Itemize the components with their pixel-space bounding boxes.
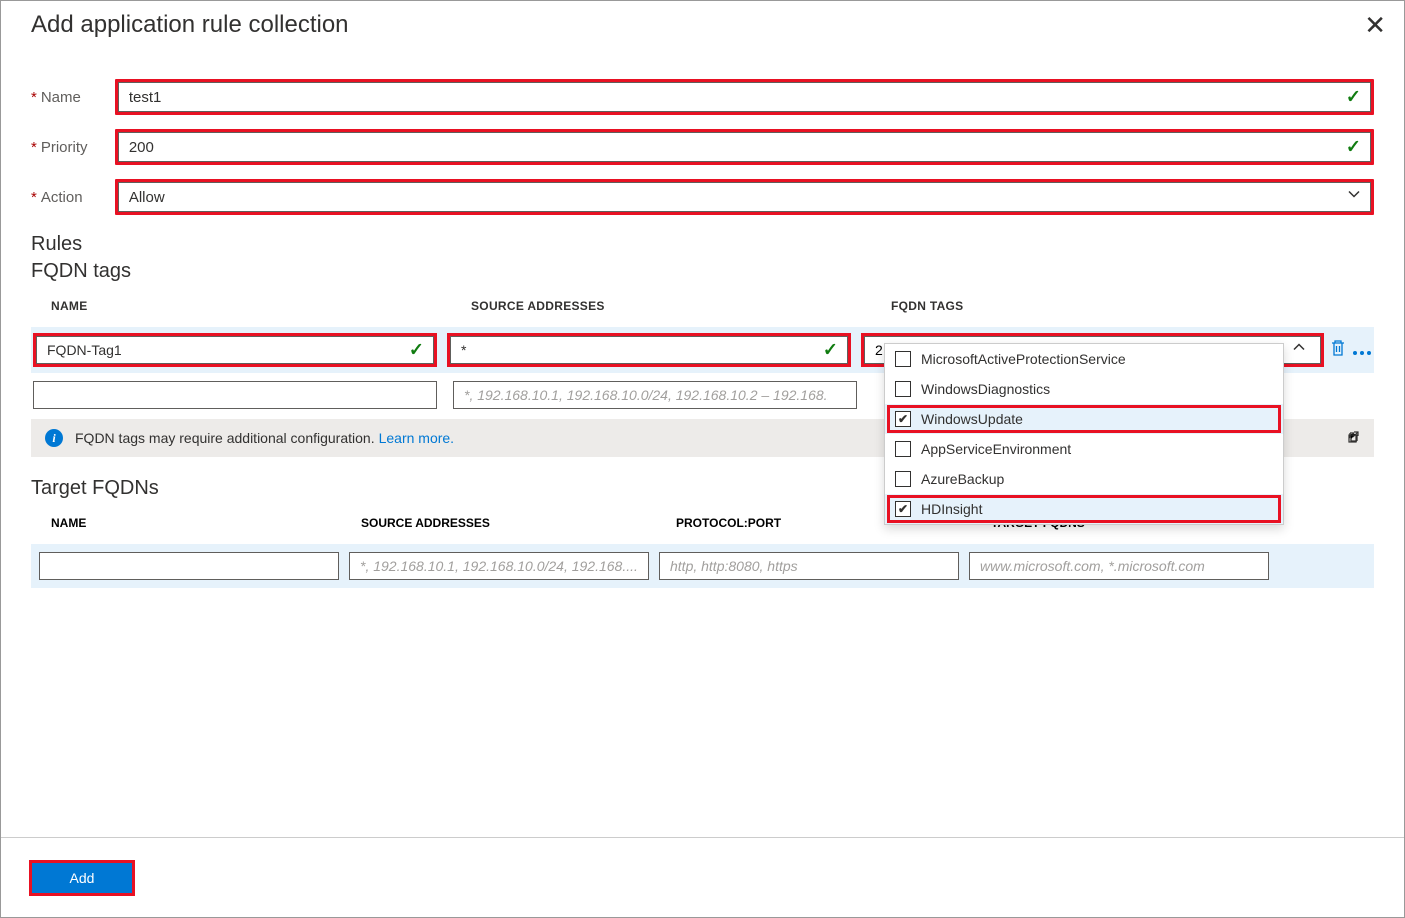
col-header-name: NAME [51, 516, 361, 530]
col-header-source: SOURCE ADDRESSES [361, 516, 676, 530]
dd-option-label: MicrosoftActiveProtectionService [921, 351, 1126, 367]
dd-option-windowsdiagnostics[interactable]: WindowsDiagnostics [885, 374, 1283, 404]
checkbox-checked-icon: ✔ [895, 501, 911, 517]
name-input[interactable] [118, 82, 1371, 112]
more-icon[interactable] [1352, 340, 1372, 361]
info-text: FQDN tags may require additional configu… [75, 430, 375, 446]
priority-input[interactable] [118, 132, 1371, 162]
target-source-input[interactable] [349, 552, 649, 580]
fqdn-name-input[interactable] [36, 336, 434, 364]
name-label: Name [41, 89, 115, 106]
dd-option-azurebackup[interactable]: AzureBackup [885, 464, 1283, 494]
chevron-down-icon [1347, 188, 1361, 207]
dd-option-label: AzureBackup [921, 471, 1004, 487]
checkbox-icon [895, 441, 911, 457]
dd-option-windowsupdate[interactable]: ✔ WindowsUpdate [885, 404, 1283, 434]
chevron-up-icon [1292, 341, 1306, 360]
fqdn-source-input-new[interactable] [453, 381, 857, 409]
required-marker: * [31, 89, 37, 106]
dd-option-label: WindowsDiagnostics [921, 381, 1050, 397]
col-header-source: SOURCE ADDRESSES [471, 299, 891, 313]
checkbox-checked-icon: ✔ [895, 411, 911, 427]
close-icon[interactable]: ✕ [1364, 12, 1386, 38]
required-marker: * [31, 139, 37, 156]
target-fqdns-input[interactable] [969, 552, 1269, 580]
learn-more-link[interactable]: Learn more. [379, 430, 454, 446]
target-name-input[interactable] [39, 552, 339, 580]
check-icon: ✓ [409, 340, 424, 361]
action-value: Allow [129, 189, 165, 206]
rules-heading: Rules [1, 233, 1404, 256]
action-label: Action [41, 189, 115, 206]
check-icon: ✓ [1346, 137, 1361, 158]
priority-label: Priority [41, 139, 115, 156]
check-icon: ✓ [823, 340, 838, 361]
dd-option-appservice[interactable]: AppServiceEnvironment [885, 434, 1283, 464]
checkbox-icon [895, 471, 911, 487]
target-protocol-input[interactable] [659, 552, 959, 580]
info-icon: i [45, 429, 63, 447]
col-header-tags: FQDN TAGS [891, 299, 1374, 313]
dd-option-hdinsight[interactable]: ✔ HDInsight [885, 494, 1283, 524]
delete-icon[interactable] [1330, 339, 1346, 362]
dd-option-ms-protection[interactable]: MicrosoftActiveProtectionService [885, 344, 1283, 374]
fqdn-tags-options-panel: MicrosoftActiveProtectionService Windows… [884, 343, 1284, 525]
fqdn-name-input-new[interactable] [33, 381, 437, 409]
page-title: Add application rule collection [31, 11, 349, 39]
fqdn-source-input[interactable] [450, 336, 848, 364]
add-button[interactable]: Add [32, 863, 132, 893]
fqdn-tags-heading: FQDN tags [1, 260, 1404, 283]
checkbox-icon [895, 381, 911, 397]
dd-option-label: WindowsUpdate [921, 411, 1023, 427]
col-header-name: NAME [51, 299, 471, 313]
action-select[interactable]: Allow [118, 182, 1371, 212]
dd-option-label: HDInsight [921, 501, 982, 517]
check-icon: ✓ [1346, 87, 1361, 108]
checkbox-icon [895, 351, 911, 367]
external-link-icon[interactable] [1346, 430, 1360, 447]
required-marker: * [31, 189, 37, 206]
dd-option-label: AppServiceEnvironment [921, 441, 1071, 457]
